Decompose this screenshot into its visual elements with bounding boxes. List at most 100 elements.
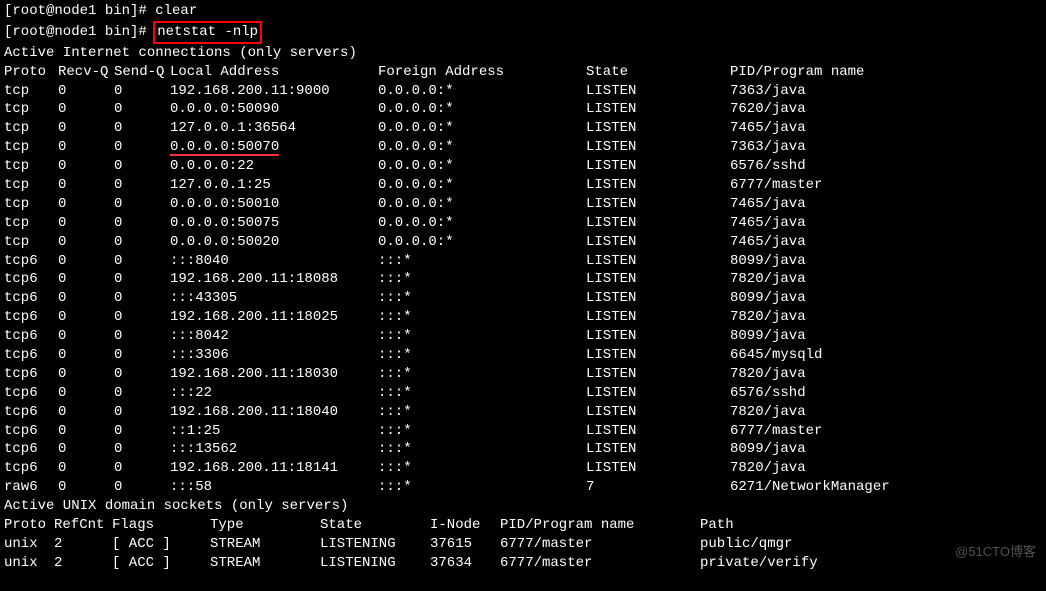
cell-pid-program: 6777/master xyxy=(730,176,822,195)
cell-recvq: 0 xyxy=(58,440,114,459)
cell-recvq: 0 xyxy=(58,119,114,138)
cell-local-address: 127.0.0.1:36564 xyxy=(170,119,378,138)
cell-recvq: 0 xyxy=(58,100,114,119)
cell-pid-program: 7465/java xyxy=(730,119,806,138)
cell-refcnt: 2 xyxy=(54,554,112,573)
unix-rows-container: unix2[ ACC ]STREAMLISTENING376156777/mas… xyxy=(4,535,1042,573)
cell-state: LISTEN xyxy=(586,100,730,119)
cell-local-address: :::3306 xyxy=(170,346,378,365)
table-row: tcp00127.0.0.1:365640.0.0.0:*LISTEN7465/… xyxy=(4,119,1042,138)
cell-pid-program: 7465/java xyxy=(730,195,806,214)
cell-recvq: 0 xyxy=(58,157,114,176)
cell-sendq: 0 xyxy=(114,459,170,478)
section-header-unix: Active UNIX domain sockets (only servers… xyxy=(4,497,1042,516)
table-row: tcp600:::3306:::*LISTEN6645/mysqld xyxy=(4,346,1042,365)
cell-state: LISTEN xyxy=(586,138,730,157)
cell-foreign-address: 0.0.0.0:* xyxy=(378,214,586,233)
table-row: tcp000.0.0.0:220.0.0.0:*LISTEN6576/sshd xyxy=(4,157,1042,176)
cell-sendq: 0 xyxy=(114,270,170,289)
column-headers-internet: ProtoRecv-QSend-QLocal AddressForeign Ad… xyxy=(4,63,1042,82)
cell-foreign-address: 0.0.0.0:* xyxy=(378,119,586,138)
cell-inode: 37634 xyxy=(430,554,500,573)
cell-sendq: 0 xyxy=(114,422,170,441)
cell-sendq: 0 xyxy=(114,138,170,157)
cell-recvq: 0 xyxy=(58,403,114,422)
column-headers-unix: ProtoRefCntFlagsTypeStateI-NodePID/Progr… xyxy=(4,516,1042,535)
cell-proto: tcp xyxy=(4,157,58,176)
cell-pid-program: 8099/java xyxy=(730,327,806,346)
cell-recvq: 0 xyxy=(58,478,114,497)
cell-type: STREAM xyxy=(210,554,320,573)
cell-proto: tcp xyxy=(4,233,58,252)
cell-proto: tcp xyxy=(4,138,58,157)
cell-foreign-address: 0.0.0.0:* xyxy=(378,100,586,119)
cell-local-address: :::22 xyxy=(170,384,378,403)
cell-sendq: 0 xyxy=(114,289,170,308)
cell-state: LISTEN xyxy=(586,157,730,176)
cell-state: LISTEN xyxy=(586,233,730,252)
cell-recvq: 0 xyxy=(58,308,114,327)
cell-sendq: 0 xyxy=(114,252,170,271)
cell-refcnt: 2 xyxy=(54,535,112,554)
table-row: tcp600192.168.200.11:18025:::*LISTEN7820… xyxy=(4,308,1042,327)
table-row: unix2[ ACC ]STREAMLISTENING376156777/mas… xyxy=(4,535,1042,554)
cell-state: LISTEN xyxy=(586,308,730,327)
col-header-state2: State xyxy=(320,516,430,535)
table-row: tcp600192.168.200.11:18088:::*LISTEN7820… xyxy=(4,270,1042,289)
cell-proto: raw6 xyxy=(4,478,58,497)
cell-proto: tcp xyxy=(4,214,58,233)
cell-pid-program: 7820/java xyxy=(730,365,806,384)
watermark: @51CTO博客 xyxy=(955,543,1036,561)
cell-pid-program: 6777/master xyxy=(500,535,700,554)
cell-recvq: 0 xyxy=(58,233,114,252)
cell-recvq: 0 xyxy=(58,176,114,195)
col-header-pid2: PID/Program name xyxy=(500,516,700,535)
table-row: tcp000.0.0.0:500700.0.0.0:*LISTEN7363/ja… xyxy=(4,138,1042,157)
cell-local-address: 127.0.0.1:25 xyxy=(170,176,378,195)
cell-proto: tcp6 xyxy=(4,384,58,403)
col-header-proto2: Proto xyxy=(4,516,54,535)
command-highlight: netstat -nlp xyxy=(153,21,262,44)
cell-state: LISTEN xyxy=(586,422,730,441)
table-row: tcp000.0.0.0:500200.0.0.0:*LISTEN7465/ja… xyxy=(4,233,1042,252)
cell-local-address: 0.0.0.0:22 xyxy=(170,157,378,176)
cell-foreign-address: :::* xyxy=(378,440,586,459)
cell-local-address: 192.168.200.11:9000 xyxy=(170,82,378,101)
cell-state: LISTEN xyxy=(586,82,730,101)
cell-proto: tcp6 xyxy=(4,403,58,422)
table-row: tcp600:::8040:::*LISTEN8099/java xyxy=(4,252,1042,271)
cell-local-address: ::1:25 xyxy=(170,422,378,441)
cell-local-address: 192.168.200.11:18088 xyxy=(170,270,378,289)
cell-path: private/verify xyxy=(700,554,818,573)
cell-local-address: :::13562 xyxy=(170,440,378,459)
cell-pid-program: 7820/java xyxy=(730,459,806,478)
cell-recvq: 0 xyxy=(58,459,114,478)
cell-recvq: 0 xyxy=(58,289,114,308)
cell-sendq: 0 xyxy=(114,308,170,327)
table-row: tcp000.0.0.0:500900.0.0.0:*LISTEN7620/ja… xyxy=(4,100,1042,119)
cell-state: LISTEN xyxy=(586,176,730,195)
terminal-output[interactable]: [root@node1 bin]# clear [root@node1 bin]… xyxy=(4,2,1042,573)
cell-pid-program: 7820/java xyxy=(730,270,806,289)
col-header-sendq: Send-Q xyxy=(114,63,170,82)
cell-recvq: 0 xyxy=(58,195,114,214)
cell-pid-program: 7820/java xyxy=(730,308,806,327)
cell-path: public/qmgr xyxy=(700,535,792,554)
cell-sendq: 0 xyxy=(114,327,170,346)
cell-pid-program: 7465/java xyxy=(730,233,806,252)
cell-foreign-address: :::* xyxy=(378,252,586,271)
col-header-path: Path xyxy=(700,516,734,535)
cell-state: LISTEN xyxy=(586,252,730,271)
cell-sendq: 0 xyxy=(114,176,170,195)
cell-local-address: 192.168.200.11:18025 xyxy=(170,308,378,327)
cell-local-address: :::8042 xyxy=(170,327,378,346)
cell-proto: tcp6 xyxy=(4,270,58,289)
cell-foreign-address: :::* xyxy=(378,422,586,441)
cell-foreign-address: :::* xyxy=(378,289,586,308)
cell-state: LISTEN xyxy=(586,289,730,308)
cell-state: 7 xyxy=(586,478,730,497)
col-header-flags: Flags xyxy=(112,516,210,535)
shell-prompt: [root@node1 bin]# xyxy=(4,24,155,40)
cell-state: LISTENING xyxy=(320,535,430,554)
cell-pid-program: 6576/sshd xyxy=(730,157,806,176)
